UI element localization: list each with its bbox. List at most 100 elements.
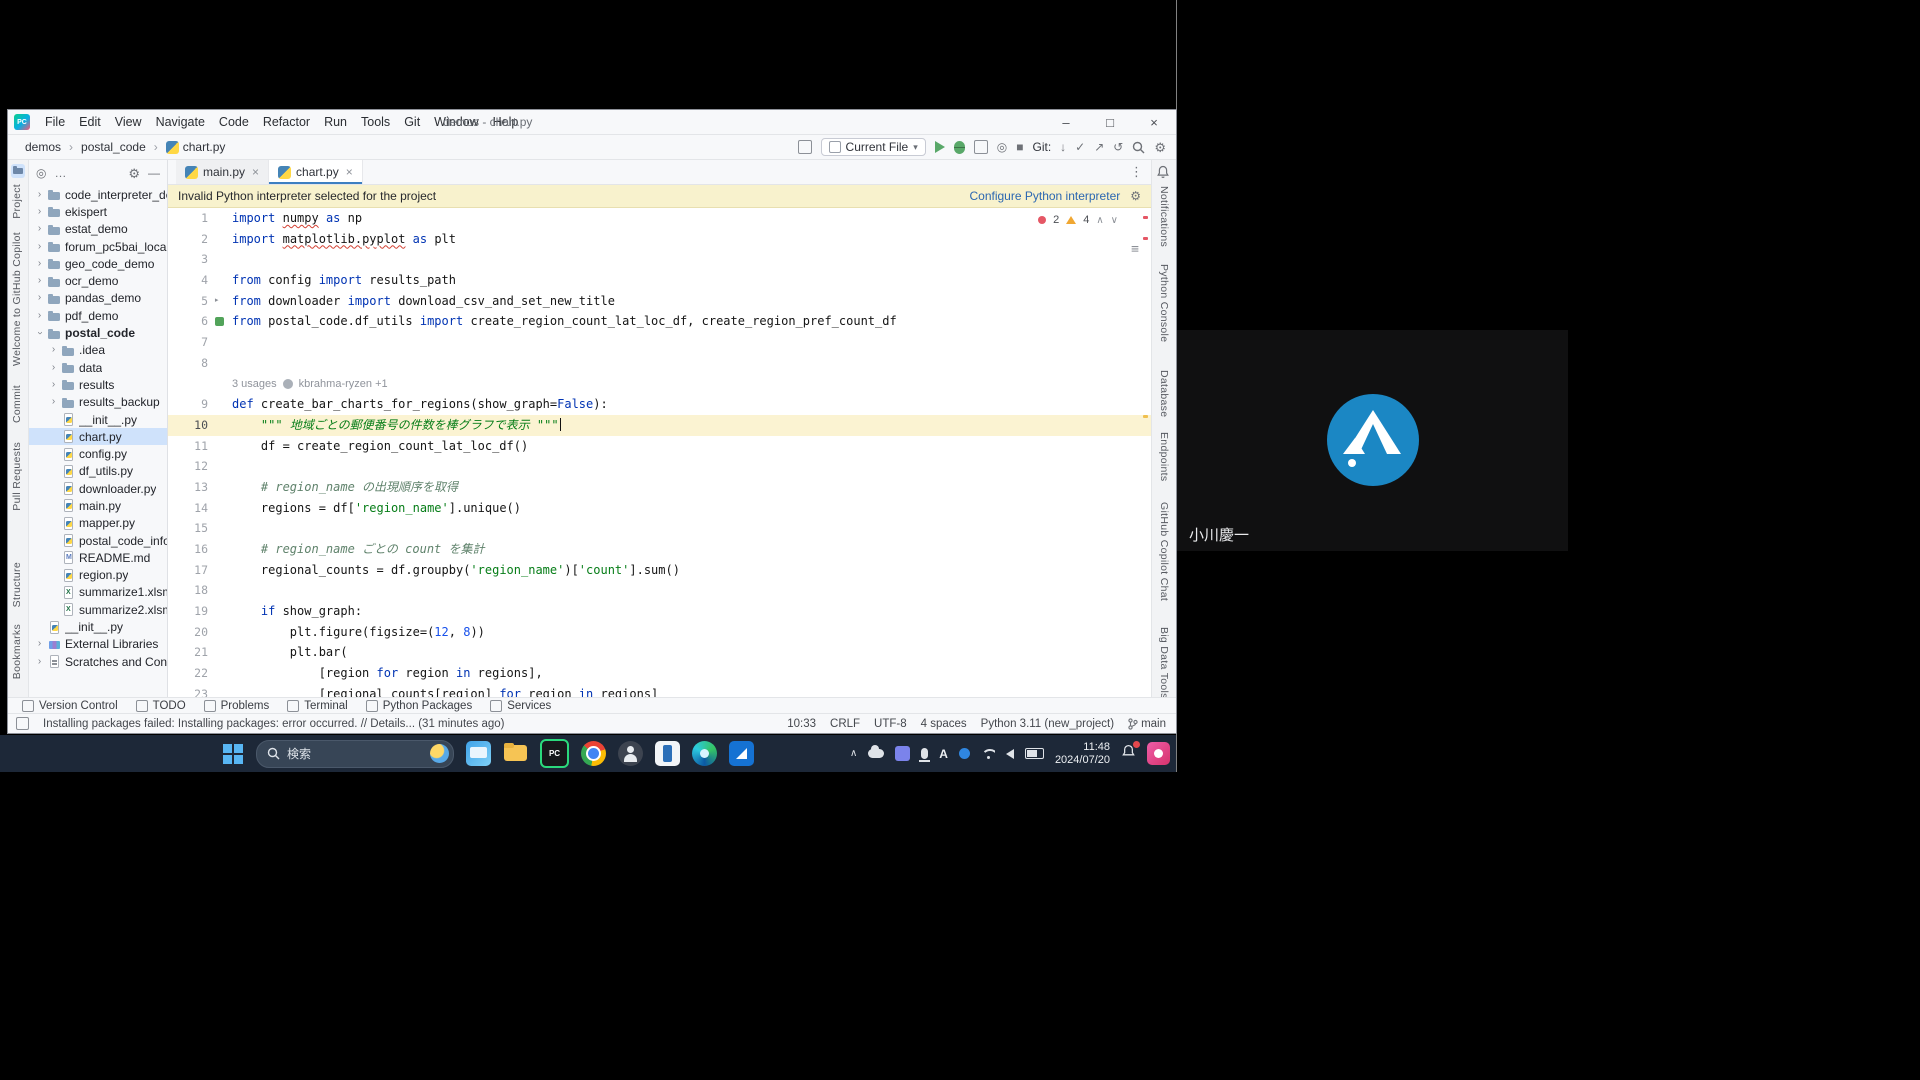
tree-chevron-icon[interactable]: › [35,329,45,338]
more-options-icon[interactable]: … [54,167,66,179]
settings-gear-icon[interactable]: ⚙ [1154,141,1166,154]
gutter-change-icon[interactable] [214,311,226,332]
fold-arrow-icon[interactable] [214,291,226,312]
tree-chevron-icon[interactable]: › [49,397,58,407]
git-push-icon[interactable]: ↗ [1094,141,1104,153]
git-update-icon[interactable]: ↓ [1060,141,1066,153]
menu-file[interactable]: File [38,113,72,131]
toolwindow-button-todo[interactable]: TODO [136,700,186,712]
tree-item-scratches-and-consoles[interactable]: ›Scratches and Consoles [29,653,167,670]
tool-stripe-python-console[interactable]: Python Console [1158,264,1170,342]
breadcrumb-chart-py[interactable]: chart.py [163,139,229,155]
tree-item-readme-md[interactable]: README.md [29,549,167,566]
file-explorer-button[interactable] [503,741,528,766]
recording-app-icon[interactable] [1147,742,1170,765]
tree-item-init-py[interactable]: __init__.py [29,618,167,635]
tree-item-ocr-demo[interactable]: ›ocr_demo [29,272,167,289]
menu-run[interactable]: Run [317,113,354,131]
project-options-icon[interactable]: ◎ [36,167,46,179]
tool-stripe-project[interactable]: Project [11,184,23,219]
tree-item-init-py[interactable]: __init__.py [29,411,167,428]
file-encoding[interactable]: UTF-8 [874,718,907,730]
toolwindow-button-python-packages[interactable]: Python Packages [366,700,473,712]
pinned-app-button[interactable] [729,741,754,766]
start-button[interactable] [222,743,244,765]
hidden-icons-chevron[interactable]: ∧ [850,748,857,759]
tree-chevron-icon[interactable]: › [35,293,44,303]
inspections-widget[interactable]: 2 4 ∧ ∨ [1033,213,1123,227]
tree-item-main-py[interactable]: main.py [29,497,167,514]
prev-problem-icon[interactable]: ∧ [1096,215,1103,226]
tree-chevron-icon[interactable]: › [49,380,58,390]
toolwindow-quick-access-icon[interactable] [16,717,29,730]
code-editor[interactable]: 1import numpy as np2import matplotlib.py… [168,208,1151,697]
pycharm-taskbar-button[interactable]: PC [540,739,569,768]
tree-chevron-icon[interactable]: › [35,657,44,667]
wifi-icon[interactable] [981,749,995,759]
breadcrumb-postal-code[interactable]: postal_code [78,139,149,155]
run-button[interactable] [935,141,945,153]
tree-item-forum-pc5bai-local[interactable]: ›forum_pc5bai_local_ [29,238,167,255]
search-everywhere-icon[interactable] [1132,141,1145,154]
menu-code[interactable]: Code [212,113,256,131]
tree-item-idea[interactable]: ›.idea [29,342,167,359]
tree-chevron-icon[interactable]: › [35,259,44,269]
git-commit-icon[interactable]: ✓ [1075,141,1085,153]
toolwindow-button-problems[interactable]: Problems [204,700,270,712]
tool-stripe-big-data-tools[interactable]: Big Data Tools [1158,627,1170,697]
tool-stripe-pull-requests[interactable]: Pull Requests [11,442,23,511]
editor-menu-icon[interactable]: ≡ [1131,242,1139,257]
tree-item-summarize2-xlsm[interactable]: summarize2.xlsm [29,601,167,618]
tree-chevron-icon[interactable]: › [35,224,44,234]
tree-chevron-icon[interactable]: › [35,190,44,200]
contacts-button[interactable] [618,741,643,766]
tab-list-icon[interactable]: ⋮ [1130,164,1143,180]
tool-stripe-github-copilot-chat[interactable]: GitHub Copilot Chat [1158,502,1170,601]
tree-item-estat-demo[interactable]: ›estat_demo [29,221,167,238]
tree-chevron-icon[interactable]: › [35,242,44,252]
bluetooth-status-icon[interactable] [959,748,970,759]
microphone-icon[interactable] [921,748,928,759]
tab-chart-py[interactable]: chart.py× [269,160,363,184]
volume-icon[interactable] [1006,749,1014,759]
maximize-button[interactable]: □ [1088,110,1132,134]
taskbar-search[interactable]: 検索 [256,740,454,768]
tree-item-pandas-demo[interactable]: ›pandas_demo [29,290,167,307]
tree-item-results-backup[interactable]: ›results_backup [29,394,167,411]
next-problem-icon[interactable]: ∨ [1111,215,1118,226]
tree-item-ekispert[interactable]: ›ekispert [29,203,167,220]
menu-view[interactable]: View [108,113,149,131]
clock-widget[interactable]: 11:48 2024/07/20 [1055,741,1110,767]
toolwindow-button-services[interactable]: Services [490,700,551,712]
close-tab-icon[interactable]: × [346,165,353,179]
project-tool-icon[interactable] [11,164,25,178]
warning-stripe-mark[interactable] [1143,415,1148,418]
toolwindow-button-version-control[interactable]: Version Control [22,700,118,712]
phone-link-button[interactable] [655,741,680,766]
chrome-button[interactable] [581,741,606,766]
tool-stripe-notifications[interactable]: Notifications [1158,186,1170,247]
ime-mode-icon[interactable]: A [939,747,948,761]
profiler-button[interactable]: ◎ [997,141,1007,153]
tree-item-geo-code-demo[interactable]: ›geo_code_demo [29,255,167,272]
tree-item-code-interpreter-der[interactable]: ›code_interpreter_der [29,186,167,203]
tree-item-summarize1-xlsm[interactable]: summarize1.xlsm [29,584,167,601]
weather-icon[interactable] [430,744,449,763]
breadcrumb-demos[interactable]: demos [22,139,64,155]
menu-edit[interactable]: Edit [72,113,108,131]
git-history-icon[interactable]: ↺ [1113,141,1123,153]
stop-button[interactable]: ■ [1016,141,1023,153]
tab-main-py[interactable]: main.py× [176,160,269,184]
notification-center-icon[interactable] [1121,744,1136,764]
line-ending[interactable]: CRLF [830,718,860,730]
battery-icon[interactable] [1025,748,1044,759]
tree-item-results[interactable]: ›results [29,376,167,393]
tool-stripe-bookmarks[interactable]: Bookmarks [11,624,23,679]
tree-chevron-icon[interactable]: › [49,345,58,355]
tree-item-df-utils-py[interactable]: df_utils.py [29,463,167,480]
onedrive-icon[interactable] [868,749,884,758]
close-button[interactable]: × [1132,110,1176,134]
tree-item-chart-py[interactable]: chart.py [29,428,167,445]
tool-stripe-endpoints[interactable]: Endpoints [1158,432,1170,481]
tool-stripe-database[interactable]: Database [1158,370,1170,417]
